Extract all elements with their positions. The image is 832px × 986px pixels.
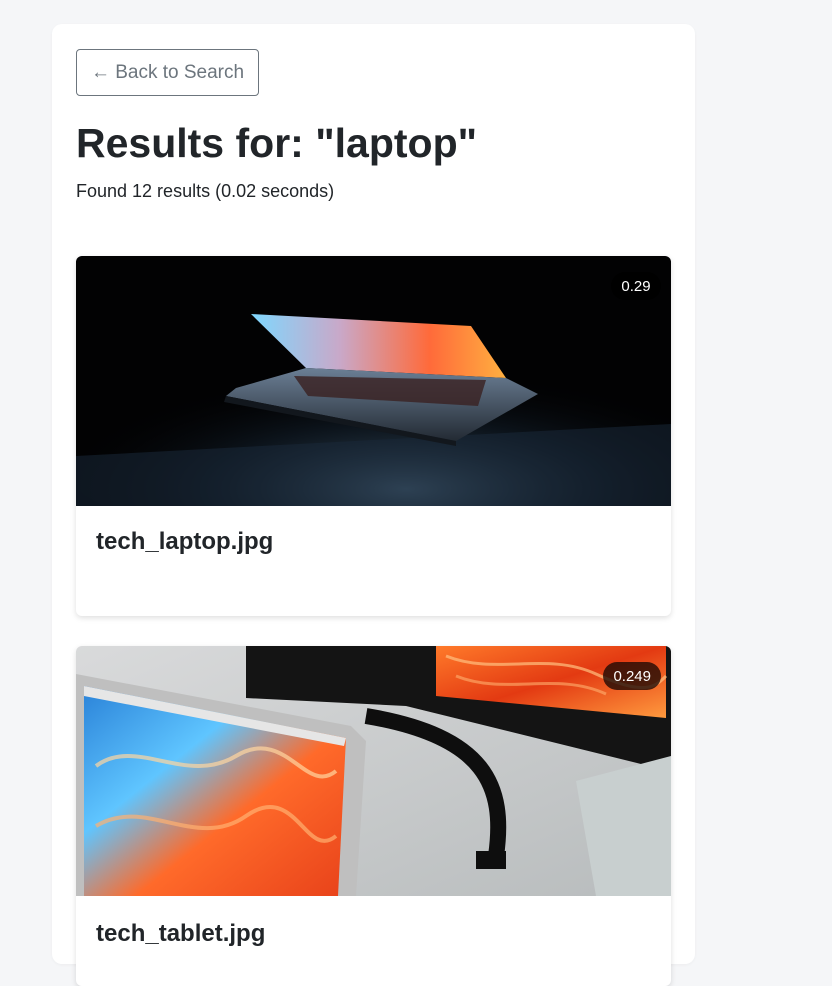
result-card[interactable]: 0.29 tech_laptop.jpg [76,256,671,616]
result-summary: Found 12 results (0.02 seconds) [76,181,335,201]
laptop-monitor-photo [76,646,671,896]
result-filename[interactable]: tech_laptop.jpg [96,528,273,556]
result-filename[interactable]: tech_tablet.jpg [96,920,265,948]
similarity-score-badge: 0.249 [603,662,661,690]
laptop-dark-photo [76,256,671,506]
result-thumbnail[interactable]: 0.249 [76,646,671,896]
back-to-search-button[interactable]: ← Back to Search [76,49,259,96]
results-panel: ← Back to Search Results for: "laptop" F… [52,24,695,986]
page-title: Results for: "laptop" [76,120,478,166]
result-thumbnail[interactable]: 0.29 [76,256,671,506]
result-card[interactable]: 0.249 tech_tablet.jpg [76,646,671,986]
similarity-score-badge: 0.29 [611,272,661,300]
